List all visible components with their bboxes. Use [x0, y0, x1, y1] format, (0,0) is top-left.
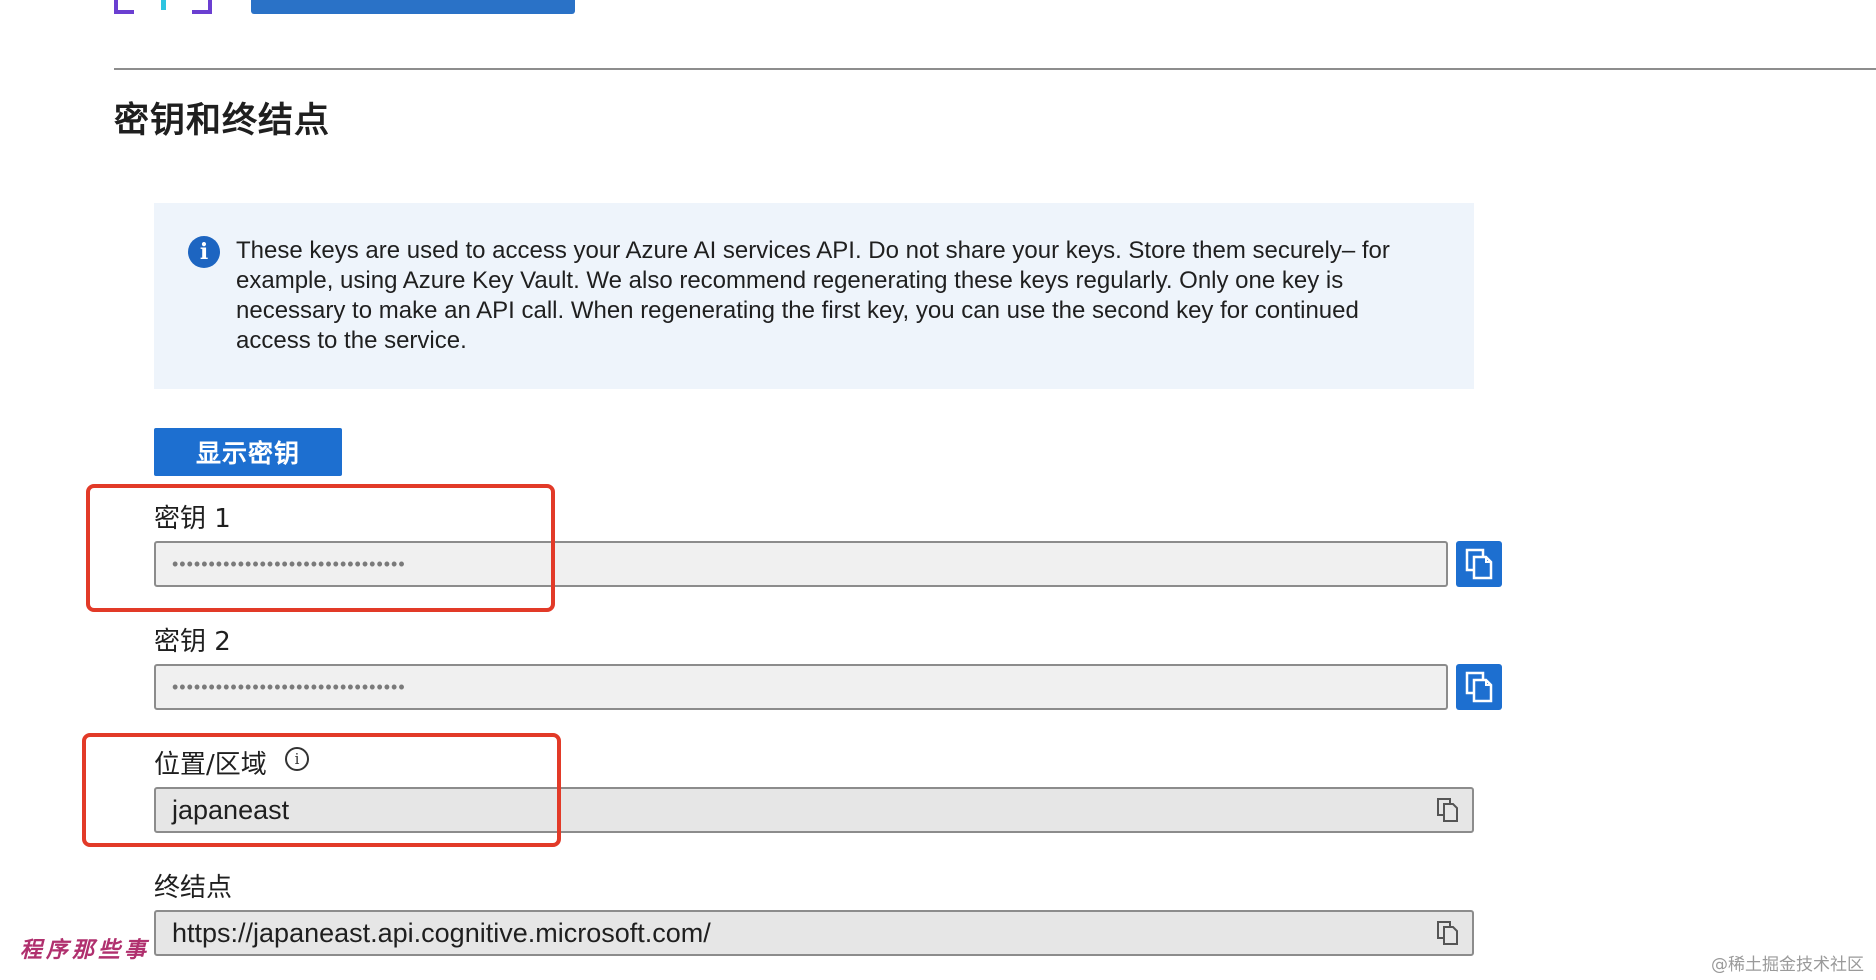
watermark-right: @稀土掘金技术社区: [1711, 955, 1864, 975]
key2-field[interactable]: ••••••••••••••••••••••••••••••••: [154, 664, 1448, 710]
endpoint-label: 终结点: [154, 873, 233, 903]
highlight-location: [82, 733, 561, 847]
show-keys-button[interactable]: 显示密钥: [154, 428, 342, 476]
section-title: 密钥和终结点: [114, 101, 331, 141]
info-icon: i: [188, 236, 220, 268]
key1-copy-button[interactable]: [1456, 541, 1502, 587]
location-copy-button[interactable]: [1433, 795, 1463, 825]
endpoint-copy-button[interactable]: [1433, 918, 1463, 948]
endpoint-field[interactable]: https://japaneast.api.cognitive.microsof…: [154, 910, 1474, 956]
key2-label: 密钥 2: [154, 627, 231, 657]
keys-and-endpoint-page: 密钥和终结点 i These keys are used to access y…: [0, 0, 1876, 980]
resource-logo-icon: [114, 0, 212, 14]
highlight-key1: [86, 484, 555, 612]
divider: [114, 68, 1876, 70]
copy-icon: [1437, 798, 1458, 822]
watermark-left: 程序那些事: [20, 937, 151, 963]
copy-icon: [1465, 548, 1493, 580]
info-banner-text: These keys are used to access your Azure…: [236, 237, 1390, 354]
copy-icon: [1465, 671, 1493, 703]
key2-copy-button[interactable]: [1456, 664, 1502, 710]
copy-icon: [1437, 921, 1458, 945]
top-action-button[interactable]: [251, 0, 575, 14]
